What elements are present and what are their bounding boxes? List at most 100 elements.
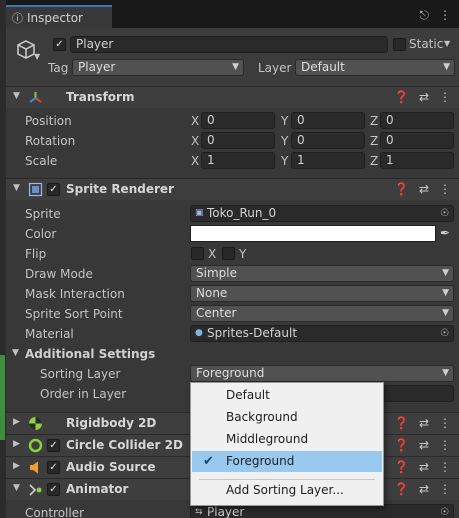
rotation-y-field[interactable]: 0 [291, 132, 365, 149]
kebab-icon[interactable]: ⋮ [439, 8, 451, 23]
object-picker-icon[interactable]: ☉ [440, 206, 449, 221]
kebab-icon[interactable]: ⋮ [439, 460, 451, 474]
audio-source-title: Audio Source [66, 460, 156, 474]
material-object-field[interactable]: ● Sprites-Default ☉ [190, 325, 454, 342]
foldout-open-icon[interactable]: ▼ [12, 348, 19, 358]
menu-item-middleground[interactable]: Middleground [192, 429, 382, 450]
sprite-asset-icon: ▣ [195, 208, 204, 218]
foldout-open-icon[interactable]: ▼ [13, 483, 20, 493]
foldout-closed-icon[interactable]: ▶ [13, 461, 20, 471]
help-icon[interactable]: ❓ [394, 182, 409, 196]
help-icon[interactable]: ❓ [394, 482, 409, 496]
axis-z-label[interactable]: Z [370, 154, 378, 168]
sprite-renderer-enabled-checkbox[interactable]: ✓ [47, 183, 60, 196]
presets-icon[interactable]: ⇄ [419, 182, 429, 196]
tag-dropdown[interactable]: Player ▼ [72, 59, 244, 76]
chevron-down-icon: ▼ [442, 308, 449, 318]
axis-z-label[interactable]: Z [370, 114, 378, 128]
axis-x-label[interactable]: X [191, 114, 199, 128]
axis-x-label[interactable]: X [191, 134, 199, 148]
layer-dropdown[interactable]: Default ▼ [295, 59, 455, 76]
transform-header[interactable]: ▼ Transform ❓ ⇄ ⋮ [6, 86, 459, 108]
help-icon[interactable]: ❓ [394, 438, 409, 452]
object-picker-icon[interactable]: ☉ [440, 505, 449, 518]
axis-x-label[interactable]: X [191, 154, 199, 168]
flip-x-checkbox[interactable] [191, 247, 204, 260]
material-asset-icon: ● [195, 328, 203, 338]
lock-icon[interactable]: ⎋ [420, 8, 430, 23]
audio-source-enabled-checkbox[interactable]: ✓ [47, 461, 60, 474]
scale-y-field[interactable]: 1 [291, 152, 365, 169]
position-y-field[interactable]: 0 [291, 112, 365, 129]
eyedropper-icon[interactable]: ✒ [440, 226, 450, 240]
mask-interaction-dropdown[interactable]: None ▼ [190, 285, 454, 302]
sprite-object-field[interactable]: ▣ Toko_Run_0 ☉ [190, 205, 454, 222]
controller-label: Controller [25, 506, 85, 518]
menu-item-default[interactable]: Default [192, 385, 382, 406]
position-z-field[interactable]: 0 [380, 112, 454, 129]
menu-item-foreground[interactable]: ✔ Foreground [192, 451, 382, 472]
presets-icon[interactable]: ⇄ [419, 482, 429, 496]
menu-item-add-sorting-layer[interactable]: Add Sorting Layer... [192, 480, 382, 501]
controller-object-field[interactable]: ⇆ Player ☉ [190, 504, 454, 518]
layer-value: Default [301, 60, 345, 74]
component-tools: ❓ ⇄ ⋮ [394, 438, 451, 452]
axis-z-label[interactable]: Z [370, 134, 378, 148]
object-picker-icon[interactable]: ☉ [440, 326, 449, 341]
kebab-icon[interactable]: ⋮ [439, 416, 451, 430]
kebab-icon[interactable]: ⋮ [439, 90, 451, 104]
position-x-field[interactable]: 0 [201, 112, 275, 129]
foldout-closed-icon[interactable]: ▶ [13, 417, 20, 427]
additional-settings-label[interactable]: Additional Settings [25, 347, 155, 361]
tag-label: Tag [48, 61, 69, 75]
presets-icon[interactable]: ⇄ [419, 90, 429, 104]
animator-title: Animator [66, 482, 129, 496]
animator-controller-icon: ⇆ [195, 507, 203, 517]
sprite-renderer-header[interactable]: ▼ ✓ Sprite Renderer ❓ ⇄ ⋮ [6, 178, 459, 200]
inspector-window: ⓘ Inspector ⎋ ⋮ ▼ ✓ Player Static ▼ Tag … [0, 0, 459, 518]
sprite-renderer-icon [28, 182, 43, 197]
rotation-x-field[interactable]: 0 [201, 132, 275, 149]
icon-dropdown-arrow-icon[interactable]: ▼ [34, 52, 40, 61]
static-dropdown-icon[interactable]: ▼ [444, 39, 450, 48]
material-value: Sprites-Default [207, 326, 298, 340]
scale-x-field[interactable]: 1 [201, 152, 275, 169]
axis-y-label[interactable]: Y [281, 154, 288, 168]
order-in-layer-label: Order in Layer [40, 387, 127, 401]
flip-y-checkbox[interactable] [222, 247, 235, 260]
foldout-open-icon[interactable]: ▼ [13, 91, 20, 101]
sprite-sort-point-dropdown[interactable]: Center ▼ [190, 305, 454, 322]
component-tools: ❓ ⇄ ⋮ [394, 482, 451, 496]
animator-enabled-checkbox[interactable]: ✓ [47, 483, 60, 496]
tab-bar: ⓘ Inspector ⎋ ⋮ [6, 0, 459, 28]
axis-y-label[interactable]: Y [281, 134, 288, 148]
help-icon[interactable]: ❓ [394, 460, 409, 474]
sorting-layer-value: Foreground [196, 366, 265, 380]
chevron-down-icon: ▼ [232, 62, 239, 72]
circle-collider-enabled-checkbox[interactable]: ✓ [47, 439, 60, 452]
circle-collider-icon [28, 438, 43, 453]
color-swatch[interactable] [190, 225, 436, 242]
kebab-icon[interactable]: ⋮ [439, 438, 451, 452]
active-checkbox[interactable]: ✓ [53, 38, 66, 51]
menu-item-background[interactable]: Background [192, 407, 382, 428]
foldout-closed-icon[interactable]: ▶ [13, 439, 20, 449]
mask-interaction-value: None [196, 286, 228, 300]
kebab-icon[interactable]: ⋮ [439, 182, 451, 196]
presets-icon[interactable]: ⇄ [419, 416, 429, 430]
presets-icon[interactable]: ⇄ [419, 438, 429, 452]
foldout-open-icon[interactable]: ▼ [13, 183, 20, 193]
help-icon[interactable]: ❓ [394, 416, 409, 430]
tab-inspector[interactable]: ⓘ Inspector [6, 5, 112, 28]
help-icon[interactable]: ❓ [394, 90, 409, 104]
axis-y-label[interactable]: Y [281, 114, 288, 128]
gameobject-name-field[interactable]: Player [70, 36, 388, 53]
scale-z-field[interactable]: 1 [380, 152, 454, 169]
static-checkbox[interactable] [393, 38, 406, 51]
scene-grass [0, 355, 5, 440]
presets-icon[interactable]: ⇄ [419, 460, 429, 474]
draw-mode-dropdown[interactable]: Simple ▼ [190, 265, 454, 282]
kebab-icon[interactable]: ⋮ [439, 482, 451, 496]
rotation-z-field[interactable]: 0 [380, 132, 454, 149]
sorting-layer-dropdown[interactable]: Foreground ▼ [190, 365, 454, 382]
